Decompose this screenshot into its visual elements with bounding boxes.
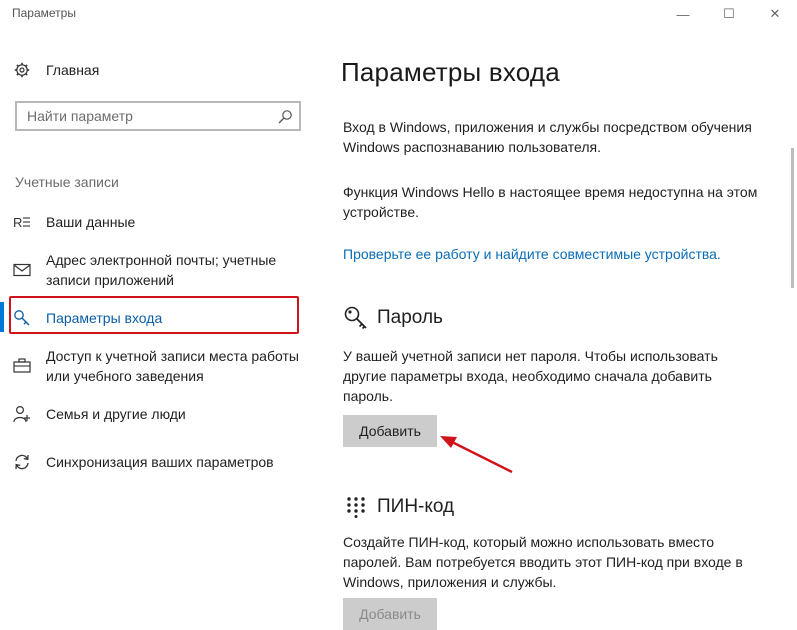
hello-status-text: Функция Windows Hello в настоящее время … (343, 184, 758, 220)
pin-heading: ПИН-код (377, 496, 455, 517)
pin-description: Создайте ПИН-код, который можно использо… (343, 534, 743, 590)
app-title: Параметры (12, 6, 76, 20)
briefcase-icon (13, 357, 31, 375)
svg-text:R: R (13, 215, 22, 230)
minimize-button[interactable]: — (660, 3, 706, 25)
key-icon (343, 305, 369, 331)
sidebar-item-work-access[interactable]: Доступ к учетной записи места работы или… (0, 346, 320, 388)
sidebar-item-label: Синхронизация ваших параметров (46, 454, 274, 470)
home-label: Главная (46, 62, 100, 78)
home-link[interactable]: Главная (14, 62, 99, 78)
sidebar: Главная Найти параметр Учетные записи R … (0, 28, 320, 626)
close-button[interactable]: ✕ (752, 3, 797, 25)
sidebar-item-label: Семья и другие люди (46, 406, 186, 422)
add-password-button[interactable]: Добавить (343, 415, 437, 447)
intro-text: Вход в Windows, приложения и службы поср… (343, 119, 752, 155)
hello-compat-link[interactable]: Проверьте ее работу и найдите совместимы… (343, 246, 721, 262)
person-card-icon: R (13, 213, 31, 231)
password-section-heading: Пароль (343, 305, 443, 331)
sidebar-item-label: Ваши данные (46, 214, 136, 230)
search-input[interactable]: Найти параметр (15, 101, 301, 131)
main-content: Параметры входа Вход в Windows, приложен… (320, 28, 797, 630)
page-title: Параметры входа (341, 57, 560, 87)
title-bar: Параметры — ☐ ✕ (0, 0, 797, 28)
maximize-icon: ☐ (723, 6, 735, 21)
sidebar-item-label: Адрес электронной почты; учетные записи … (46, 252, 277, 288)
sidebar-item-label: Доступ к учетной записи места работы или… (46, 348, 299, 384)
search-icon[interactable] (277, 109, 293, 125)
keypad-icon (343, 494, 369, 520)
sync-icon (13, 453, 31, 471)
section-title: Учетные записи (15, 174, 119, 190)
gear-icon (14, 62, 30, 78)
sidebar-item-your-info[interactable]: R Ваши данные (0, 212, 320, 234)
mail-icon (13, 261, 31, 279)
password-heading: Пароль (377, 307, 443, 328)
maximize-button[interactable]: ☐ (706, 3, 752, 25)
annotation-highlight-box (9, 296, 299, 334)
add-pin-button[interactable]: Добавить (343, 598, 437, 630)
close-icon: ✕ (769, 6, 781, 21)
minimize-icon: — (676, 6, 690, 22)
search-placeholder: Найти параметр (27, 108, 133, 124)
sidebar-item-sync[interactable]: Синхронизация ваших параметров (0, 452, 320, 474)
add-person-icon (13, 405, 31, 423)
sidebar-item-family[interactable]: Семья и другие люди (0, 404, 320, 426)
pin-section-heading: ПИН-код (343, 494, 454, 520)
password-description: У вашей учетной записи нет пароля. Чтобы… (343, 348, 718, 404)
sidebar-item-email[interactable]: Адрес электронной почты; учетные записи … (0, 250, 320, 292)
scrollbar[interactable] (791, 148, 794, 288)
